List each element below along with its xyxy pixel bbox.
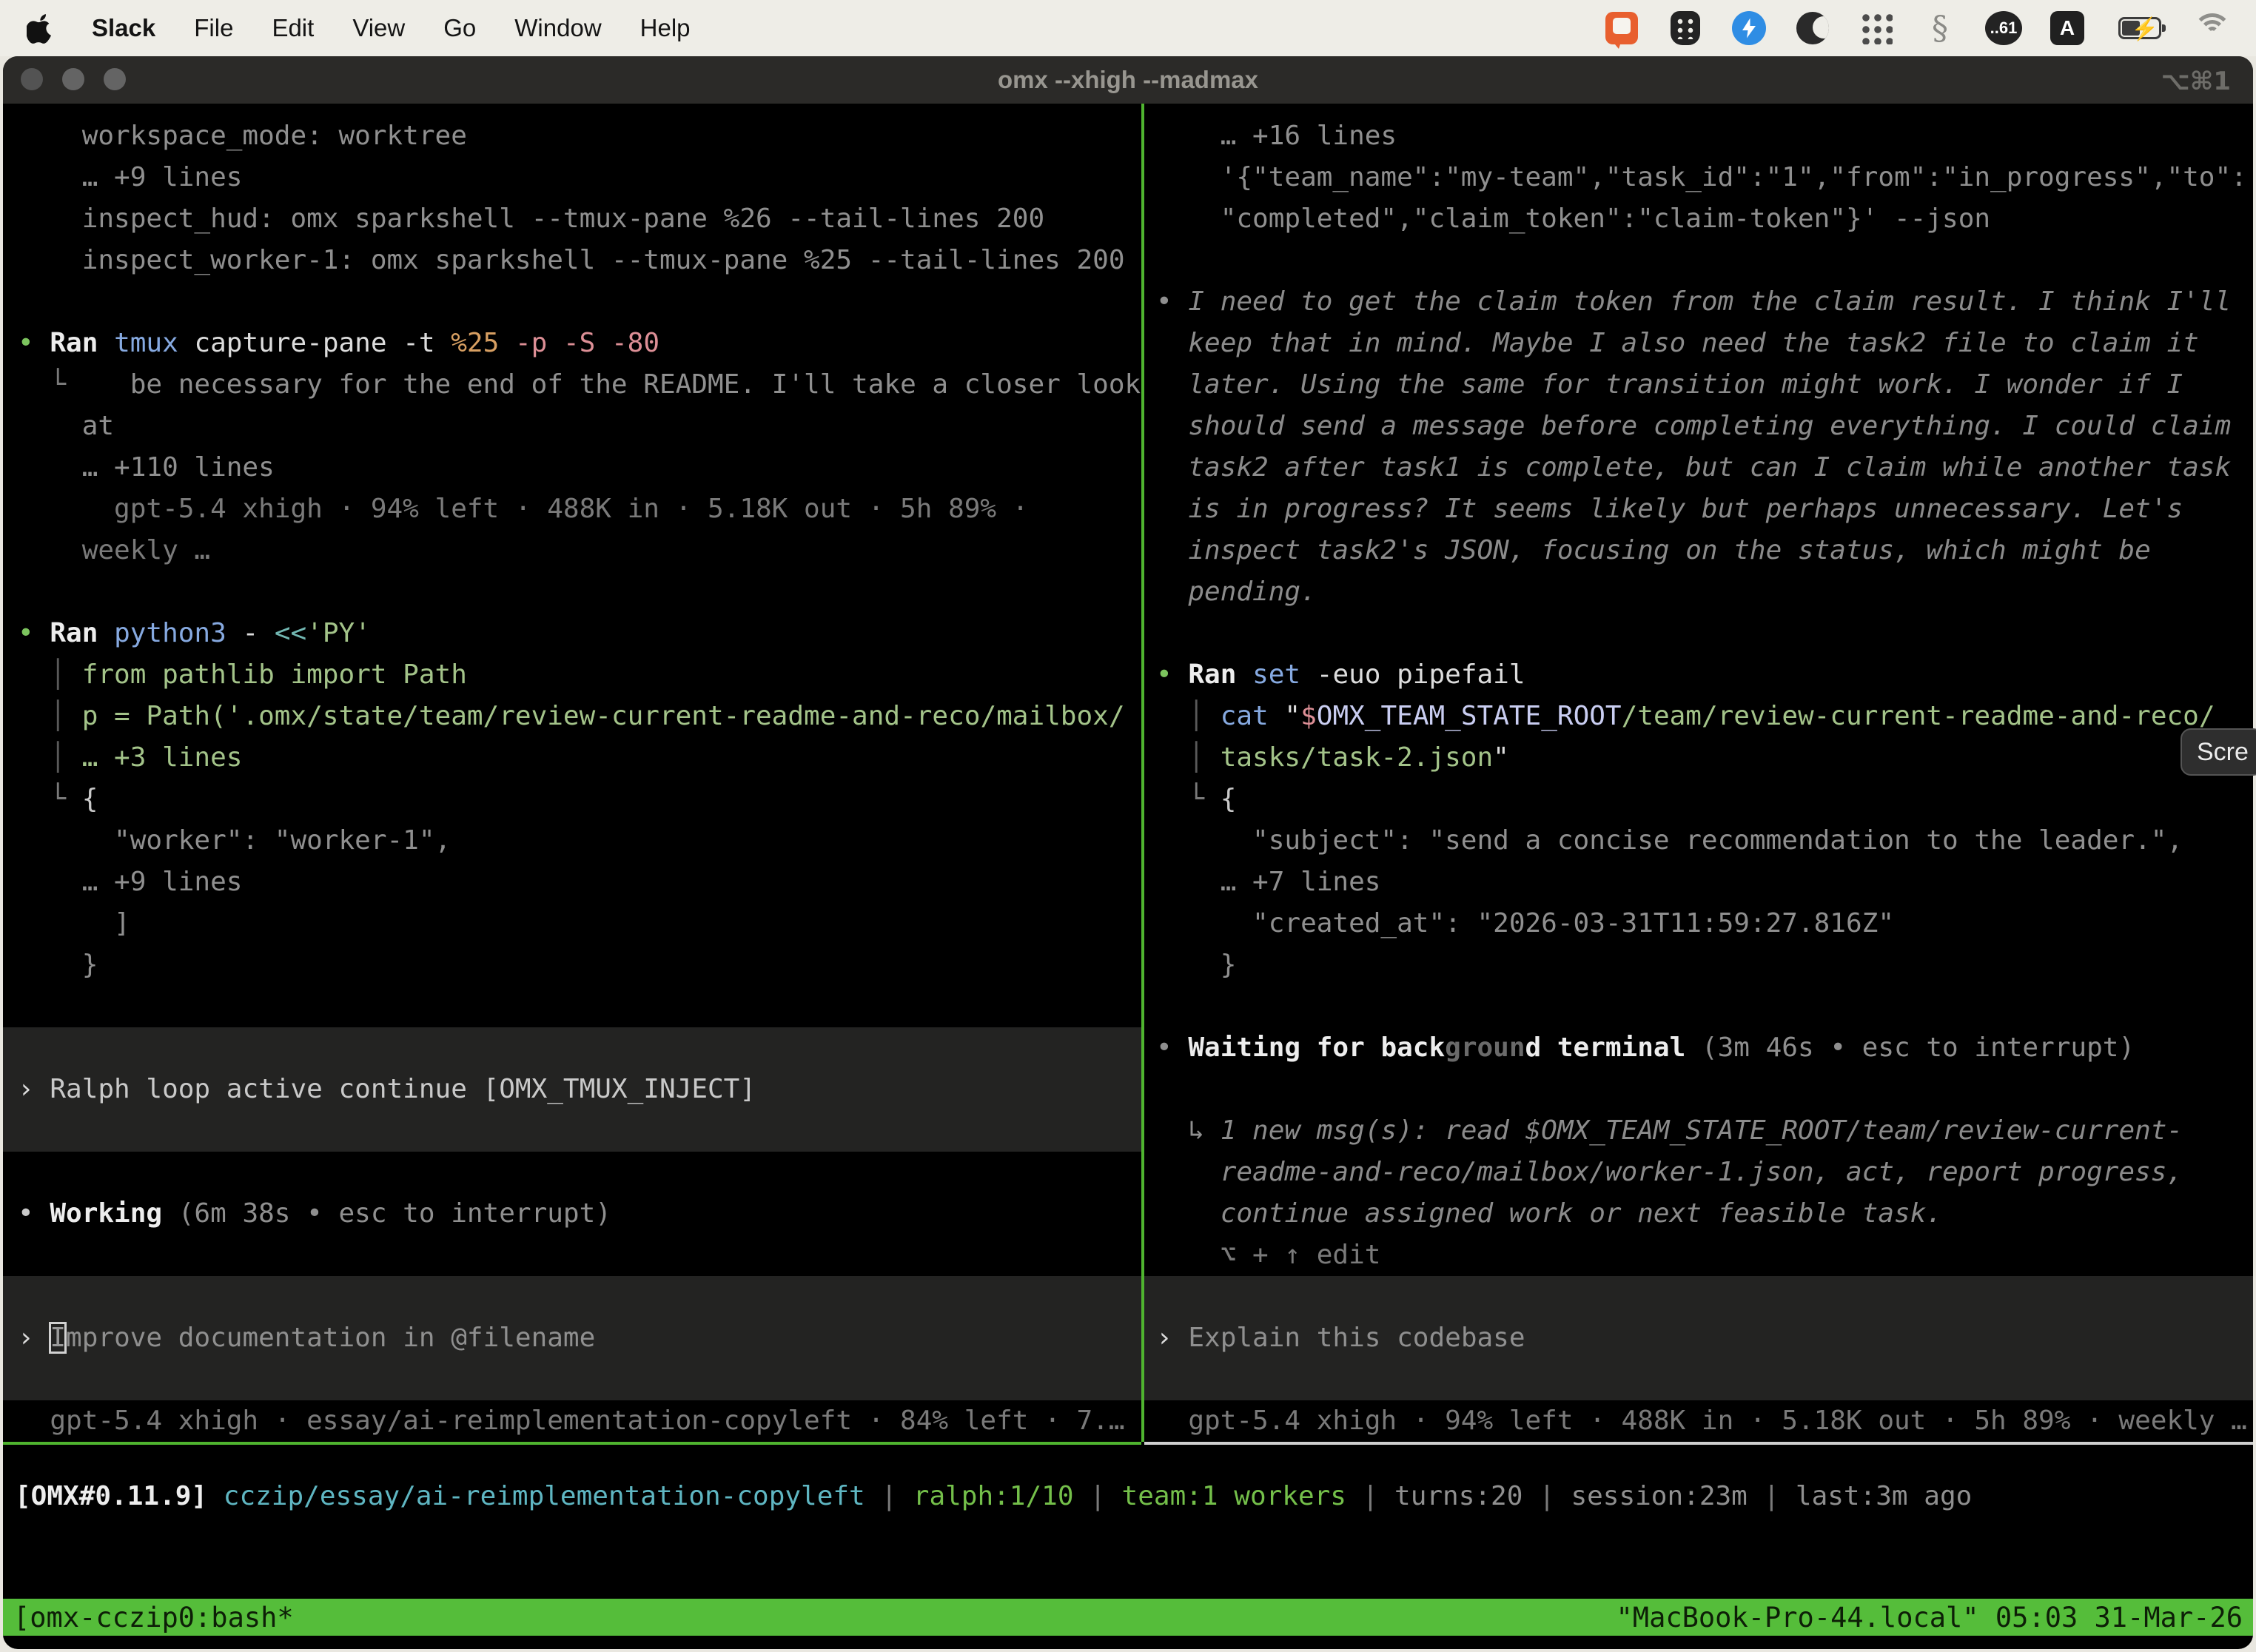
output-line: … +9 lines	[18, 862, 1141, 903]
thinking-line: is in progress? It seems likely but perh…	[1156, 488, 2253, 530]
battery-icon[interactable]: ⚡	[2114, 11, 2166, 45]
terminal-line: workspace_mode: worktree	[18, 115, 1141, 157]
pane-left-border	[3, 1442, 1141, 1445]
output-line: "created_at": "2026-03-31T11:59:27.816Z"	[1156, 903, 2253, 944]
prompt-input-left[interactable]: › Improve documentation in @filename	[3, 1276, 1141, 1400]
output-line: "subject": "send a concise recommendatio…	[1156, 820, 2253, 862]
thinking-line: later. Using the same for transition mig…	[1156, 364, 2253, 406]
terminal-line: weekly …	[18, 530, 1141, 571]
mailbox-msg-line: continue assigned work or next feasible …	[1156, 1193, 2253, 1235]
pane-left[interactable]: workspace_mode: worktree … +9 lines insp…	[3, 104, 1141, 1442]
pane-divider[interactable]	[1141, 104, 1144, 1442]
terminal-line: inspect_hud: omx sparkshell --tmux-pane …	[18, 198, 1141, 240]
tmux-host-clock: "MacBook-Pro-44.local" 05:03 31-Mar-26	[1617, 1602, 2243, 1633]
terminal-line: … +110 lines	[18, 447, 1141, 488]
tmux-session-label: [omx-cczip0:bash*	[13, 1602, 294, 1633]
terminal-window: omx --xhigh --madmax ⌥⌘1 workspace_mode:…	[3, 56, 2253, 1649]
mailbox-msg-line: ↳ 1 new msg(s): read $OMX_TEAM_STATE_ROO…	[1156, 1110, 2253, 1152]
code-line: │ … +3 lines	[18, 737, 1141, 779]
terminal-line: '{"team_name":"my-team","task_id":"1","f…	[1156, 157, 2253, 198]
output-line: "worker": "worker-1",	[18, 820, 1141, 862]
pane-left-statusline: gpt-5.4 xhigh · essay/ai-reimplementatio…	[18, 1400, 1141, 1442]
shield-grid-icon[interactable]	[1668, 11, 1702, 45]
menu-edit[interactable]: Edit	[272, 14, 314, 42]
wifi-icon[interactable]	[2195, 11, 2229, 45]
thinking-line: task2 after task1 is complete, but can I…	[1156, 447, 2253, 488]
prompt-input-right-text[interactable]: › Explain this codebase	[1156, 1317, 2253, 1359]
output-line: }	[18, 944, 1141, 986]
prompt-input-right[interactable]: › Explain this codebase	[1144, 1276, 2253, 1400]
terminal-line: └ be necessary for the end of the README…	[18, 364, 1141, 406]
screenshare-icon[interactable]	[1605, 11, 1639, 45]
code-line: │ from pathlib import Path	[18, 654, 1141, 696]
output-line: }	[1156, 944, 2253, 986]
terminal-line: "completed","claim_token":"claim-token"}…	[1156, 198, 2253, 240]
badge-61-icon[interactable]: ..61	[1987, 11, 2021, 45]
terminal-line: gpt-5.4 xhigh · 94% left · 488K in · 5.1…	[18, 488, 1141, 530]
output-line: └ {	[1156, 779, 2253, 820]
screen-notification-label: Scre	[2197, 738, 2249, 767]
window-shortcut: ⌥⌘1	[2161, 67, 2231, 96]
menu-view[interactable]: View	[352, 14, 405, 42]
menu-window[interactable]: Window	[514, 14, 601, 42]
code-line: │ cat "$OMX_TEAM_STATE_ROOT/team/review-…	[1156, 696, 2253, 737]
pane-right[interactable]: … +16 lines '{"team_name":"my-team","tas…	[1144, 104, 2253, 1442]
waiting-status-line: • Waiting for background terminal (3m 46…	[1156, 1027, 2253, 1069]
bolt-badge-icon[interactable]	[1732, 11, 1766, 45]
pane-right-statusline: gpt-5.4 xhigh · 94% left · 488K in · 5.1…	[1156, 1400, 2253, 1442]
crescent-icon[interactable]	[1796, 11, 1830, 45]
menu-help[interactable]: Help	[640, 14, 691, 42]
apple-menu-icon[interactable]	[27, 12, 59, 44]
zoom-button[interactable]	[104, 68, 126, 90]
working-status-line: • Working (6m 38s • esc to interrupt)	[18, 1193, 1141, 1235]
thinking-line: pending.	[1156, 571, 2253, 613]
window-titlebar[interactable]: omx --xhigh --madmax ⌥⌘1	[3, 56, 2253, 104]
thinking-line: keep that in mind. Maybe I also need the…	[1156, 323, 2253, 364]
edit-hint-line: ⌥ + ↑ edit	[1156, 1235, 2253, 1276]
menu-slack[interactable]: Slack	[92, 14, 155, 42]
terminal-line: … +16 lines	[1156, 115, 2253, 157]
squiggle-icon[interactable]: §	[1923, 11, 1957, 45]
terminal-line: … +9 lines	[18, 157, 1141, 198]
ran-set-line: • Ran set -euo pipefail	[1156, 654, 2253, 696]
ran-python-line: • Ran python3 - <<'PY'	[18, 613, 1141, 654]
output-line: … +7 lines	[1156, 862, 2253, 903]
terminal-panes[interactable]: workspace_mode: worktree … +9 lines insp…	[3, 104, 2253, 1442]
menubar-status-icons: § ..61 A ⚡	[1605, 11, 2229, 45]
output-line: └ {	[18, 779, 1141, 820]
code-line: │ tasks/task-2.json"	[1156, 737, 2253, 779]
ralph-loop-banner: › Ralph loop active continue [OMX_TMUX_I…	[3, 1027, 1141, 1152]
output-line: ]	[18, 903, 1141, 944]
thinking-line: • I need to get the claim token from the…	[1156, 281, 2253, 323]
minimize-button[interactable]	[62, 68, 84, 90]
terminal-line: inspect_worker-1: omx sparkshell --tmux-…	[18, 240, 1141, 281]
pane-right-border	[1144, 1442, 2253, 1445]
screen-notification-overlay[interactable]: Scre	[2181, 728, 2256, 776]
prompt-input-left-text[interactable]: › Improve documentation in @filename	[18, 1317, 1141, 1359]
thinking-line: should send a message before completing …	[1156, 406, 2253, 447]
tmux-status-bar[interactable]: [omx-cczip0:bash* "MacBook-Pro-44.local"…	[3, 1599, 2253, 1636]
thinking-line: inspect task2's JSON, focusing on the st…	[1156, 530, 2253, 571]
keyboard-a-icon[interactable]: A	[2050, 11, 2084, 45]
terminal-line: at	[18, 406, 1141, 447]
mailbox-msg-line: readme-and-reco/mailbox/worker-1.json, a…	[1156, 1152, 2253, 1193]
code-line: │ p = Path('.omx/state/team/review-curre…	[18, 696, 1141, 737]
omx-session-statusline: [OMX#0.11.9] cczip/essay/ai-reimplementa…	[3, 1476, 2253, 1517]
close-button[interactable]	[21, 68, 43, 90]
ralph-loop-text: › Ralph loop active continue [OMX_TMUX_I…	[18, 1069, 1141, 1110]
menubar: Slack File Edit View Go Window Help § ..…	[0, 0, 2256, 56]
dots-grid-icon[interactable]	[1859, 11, 1893, 45]
menu-go[interactable]: Go	[443, 14, 476, 42]
menu-file[interactable]: File	[194, 14, 233, 42]
ran-tmux-line: • Ran tmux capture-pane -t %25 -p -S -80	[18, 323, 1141, 364]
window-title: omx --xhigh --madmax	[998, 66, 1258, 94]
